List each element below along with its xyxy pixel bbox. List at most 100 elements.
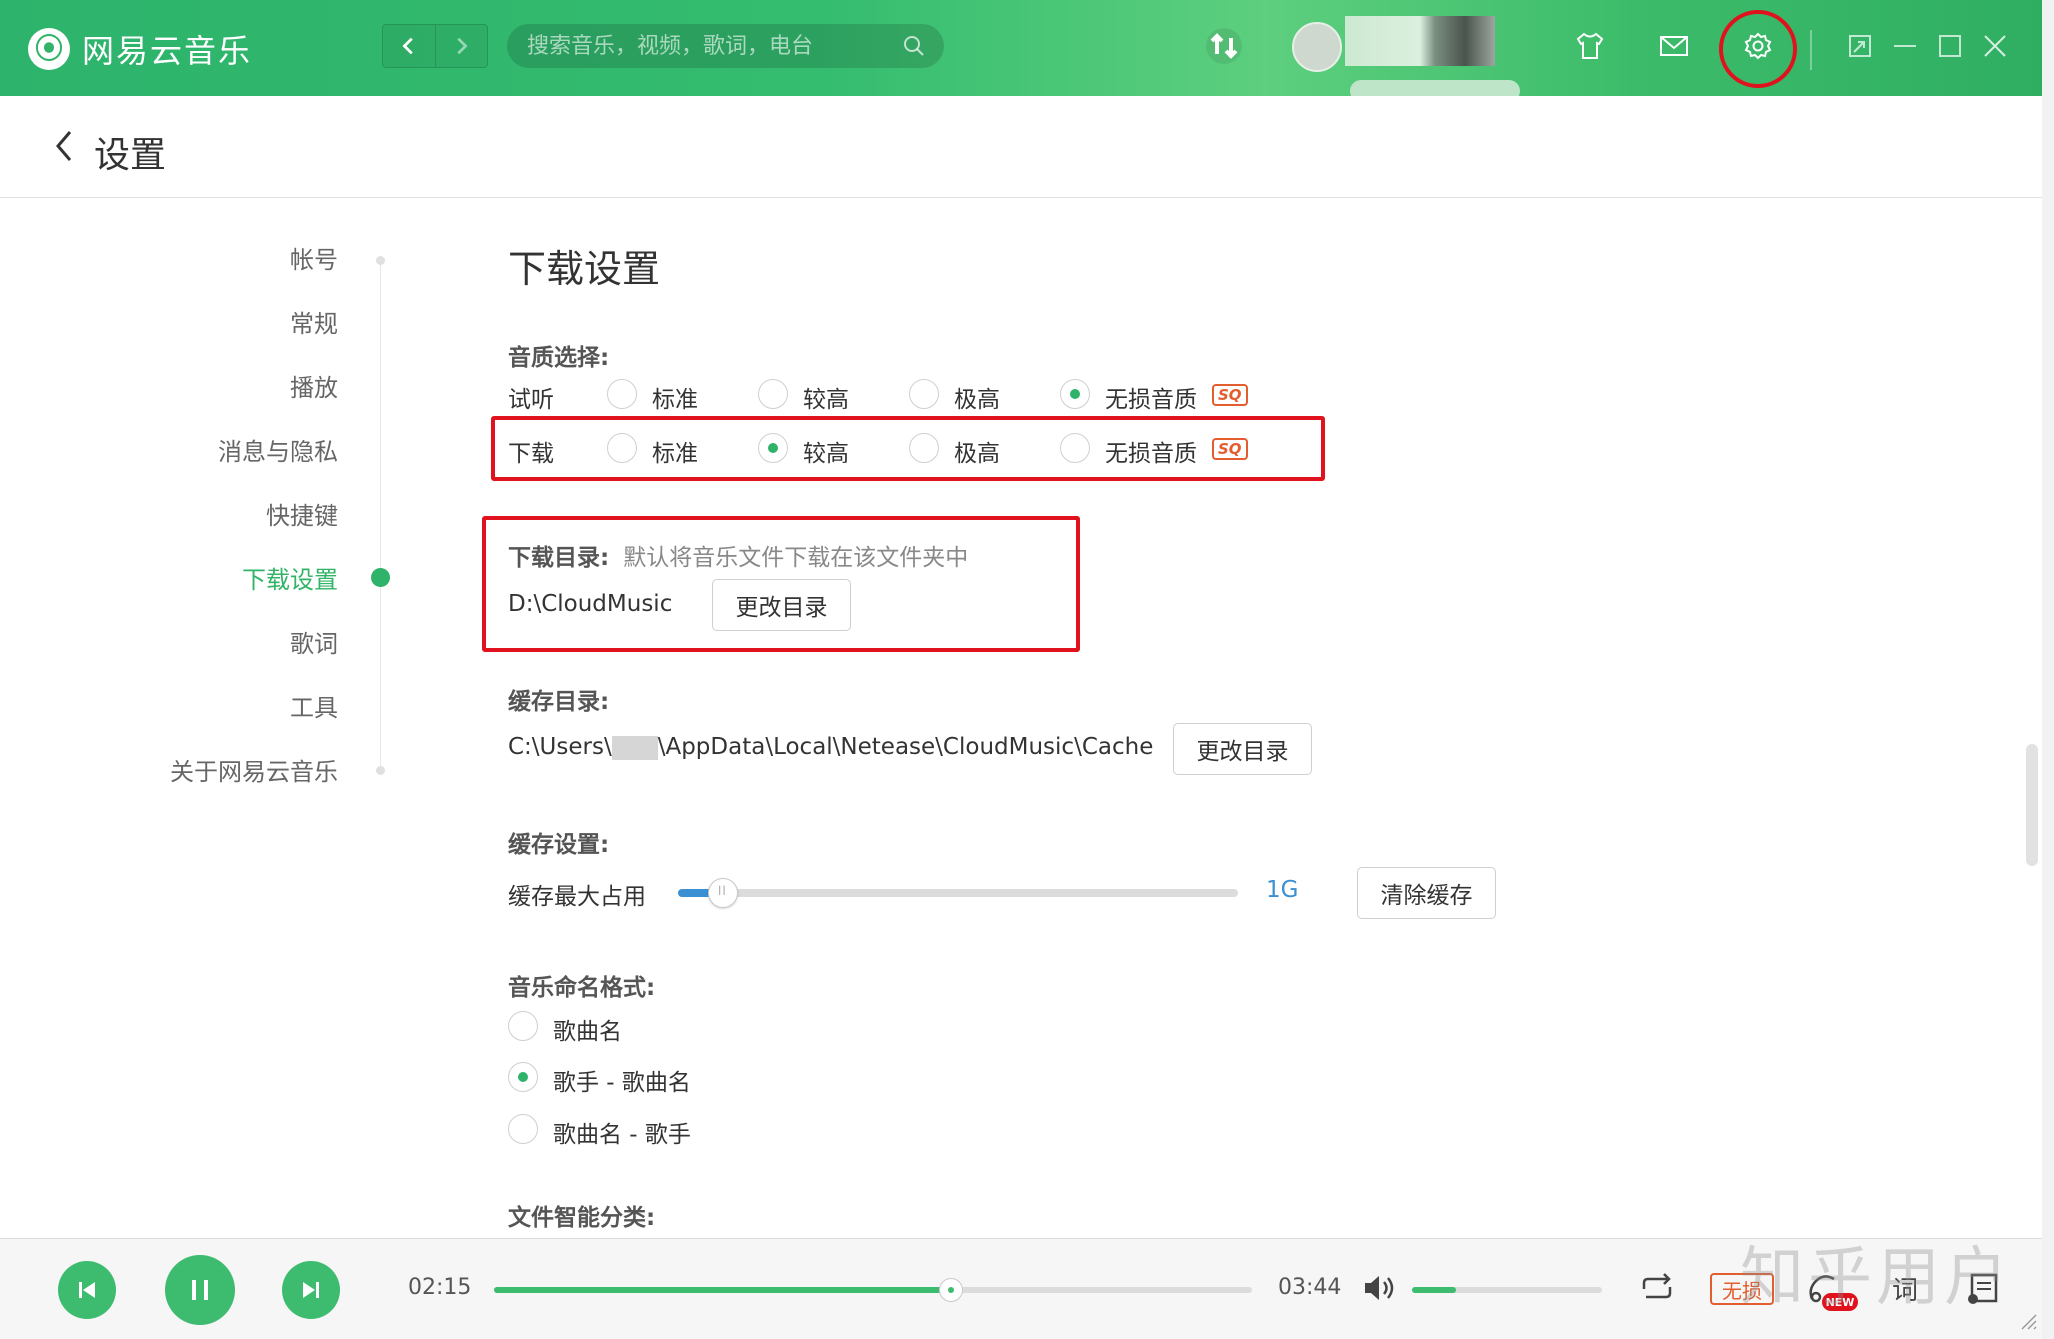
title-bar: ⦿ 网易云音乐 — [0, 0, 2042, 102]
close-icon — [1984, 35, 2006, 57]
previous-button[interactable] — [58, 1261, 116, 1319]
minimize-icon — [1894, 45, 1916, 47]
sidebar-timeline — [380, 258, 381, 770]
download-dir-label: 下载目录: 默认将音乐文件下载在该文件夹中 — [508, 538, 968, 572]
current-time: 02:15 — [408, 1275, 472, 1300]
download-standard-label: 标准 — [652, 441, 698, 467]
app-logo[interactable]: ⦿ 网易云音乐 — [28, 26, 252, 72]
naming-option-song-artist-radio[interactable] — [508, 1114, 538, 1144]
download-lossless-radio[interactable] — [1060, 433, 1090, 463]
cache-slider[interactable] — [678, 878, 1238, 908]
clear-cache-button[interactable]: 清除缓存 — [1357, 867, 1496, 919]
content-scrollbar[interactable] — [2026, 744, 2038, 866]
username-redacted[interactable] — [1345, 16, 1495, 66]
sidebar-dot — [376, 256, 385, 265]
back-icon — [402, 37, 413, 55]
download-standard-radio[interactable] — [607, 433, 637, 463]
loop-icon — [1642, 1273, 1672, 1299]
close-button[interactable] — [1975, 26, 2015, 66]
sidebar-item-tools[interactable]: 工具 — [290, 688, 338, 723]
cache-dir-path-suffix: \AppData\Local\Netease\CloudMusic\Cache — [657, 734, 1154, 760]
back-arrow-icon[interactable] — [50, 128, 80, 164]
download-row-label: 下载 — [508, 441, 554, 467]
pause-icon — [192, 1280, 208, 1300]
cache-slider-handle[interactable] — [708, 878, 738, 908]
mini-mode-button[interactable] — [1840, 26, 1880, 66]
netease-logo-icon: ⦿ — [28, 28, 70, 70]
sidebar-item-about[interactable]: 关于网易云音乐 — [170, 752, 338, 787]
sidebar-item-privacy[interactable]: 消息与隐私 — [218, 432, 338, 467]
sidebar-dot — [376, 766, 385, 775]
total-time: 03:44 — [1278, 1275, 1342, 1300]
sq-badge: SQ — [1212, 384, 1248, 406]
volume-slider[interactable] — [1412, 1287, 1602, 1293]
resize-grip-icon[interactable] — [2018, 1311, 2038, 1331]
forward-button[interactable] — [434, 25, 487, 67]
download-extreme-radio[interactable] — [909, 433, 939, 463]
smart-classify-label: 文件智能分类: — [508, 1205, 656, 1231]
listen-extreme-label: 极高 — [954, 387, 1000, 413]
player-bar: 02:15 03:44 无损 NEW 词 — [0, 1238, 2042, 1339]
next-button[interactable] — [282, 1261, 340, 1319]
maximize-button[interactable] — [1930, 26, 1970, 66]
change-cache-dir-button[interactable]: 更改目录 — [1173, 723, 1312, 775]
redacted-username-block — [611, 735, 658, 760]
skin-button[interactable] — [1570, 26, 1610, 66]
cache-value: 1G — [1266, 877, 1299, 903]
maximize-icon — [1939, 35, 1961, 57]
listen-lossless-radio[interactable] — [1060, 379, 1090, 409]
listen-extreme-radio[interactable] — [909, 379, 939, 409]
settings-highlight-circle — [1719, 10, 1797, 88]
search-icon[interactable] — [902, 34, 926, 58]
pause-button[interactable] — [165, 1255, 235, 1325]
search-box[interactable] — [507, 24, 944, 68]
naming-option-song-label: 歌曲名 — [553, 1019, 622, 1045]
back-button[interactable] — [383, 25, 435, 67]
forward-icon — [457, 37, 469, 55]
cache-settings-label: 缓存设置: — [508, 832, 610, 858]
cache-dir-path-prefix: C:\Users\ — [508, 734, 612, 760]
listen-higher-radio[interactable] — [758, 379, 788, 409]
app-name: 网易云音乐 — [82, 32, 253, 70]
naming-option-song-radio[interactable] — [508, 1011, 538, 1041]
sq-badge: SQ — [1212, 438, 1248, 460]
mail-icon — [1660, 36, 1688, 56]
sidebar-item-general[interactable]: 常规 — [290, 304, 338, 339]
volume-button[interactable] — [1356, 1265, 1402, 1311]
section-title: 下载设置 — [508, 247, 661, 291]
download-dir-path: D:\CloudMusic — [508, 591, 673, 617]
listen-standard-label: 标准 — [652, 387, 698, 413]
settings-header: 设置 — [0, 96, 2042, 198]
sync-icon[interactable] — [1200, 22, 1248, 70]
mail-button[interactable] — [1654, 26, 1694, 66]
listen-higher-label: 较高 — [803, 387, 849, 413]
previous-icon — [79, 1282, 95, 1298]
listen-standard-radio[interactable] — [607, 379, 637, 409]
download-higher-radio[interactable] — [758, 433, 788, 463]
minimize-button[interactable] — [1885, 26, 1925, 66]
sidebar-active-dot — [371, 568, 390, 587]
avatar[interactable] — [1292, 22, 1342, 72]
listen-row-label: 试听 — [508, 387, 554, 413]
sidebar-item-shortcuts[interactable]: 快捷键 — [266, 496, 338, 531]
search-input[interactable] — [527, 33, 887, 59]
page-title: 设置 — [94, 135, 167, 176]
naming-option-song-artist-label: 歌曲名 - 歌手 — [553, 1122, 691, 1148]
loop-mode-button[interactable] — [1634, 1265, 1680, 1311]
cache-dir-path: C:\Users\ \AppData\Local\Netease\CloudMus… — [508, 734, 1153, 760]
progress-handle[interactable] — [939, 1278, 963, 1302]
sidebar-item-account[interactable]: 帐号 — [290, 240, 338, 275]
naming-option-artist-song-label: 歌手 - 歌曲名 — [553, 1070, 691, 1096]
sidebar-item-download[interactable]: 下载设置 — [242, 560, 338, 595]
change-download-dir-button[interactable]: 更改目录 — [712, 579, 851, 631]
naming-option-artist-song-radio[interactable] — [508, 1062, 538, 1092]
progress-bar[interactable] — [494, 1278, 1252, 1302]
cache-dir-label: 缓存目录: — [508, 689, 610, 715]
download-lossless-label: 无损音质 — [1105, 441, 1197, 467]
next-icon — [303, 1282, 319, 1298]
sidebar-item-playback[interactable]: 播放 — [290, 368, 338, 403]
quality-label: 音质选择: — [508, 345, 610, 371]
download-extreme-label: 极高 — [954, 441, 1000, 467]
sidebar-item-lyrics[interactable]: 歌词 — [290, 624, 338, 659]
download-higher-label: 较高 — [803, 441, 849, 467]
